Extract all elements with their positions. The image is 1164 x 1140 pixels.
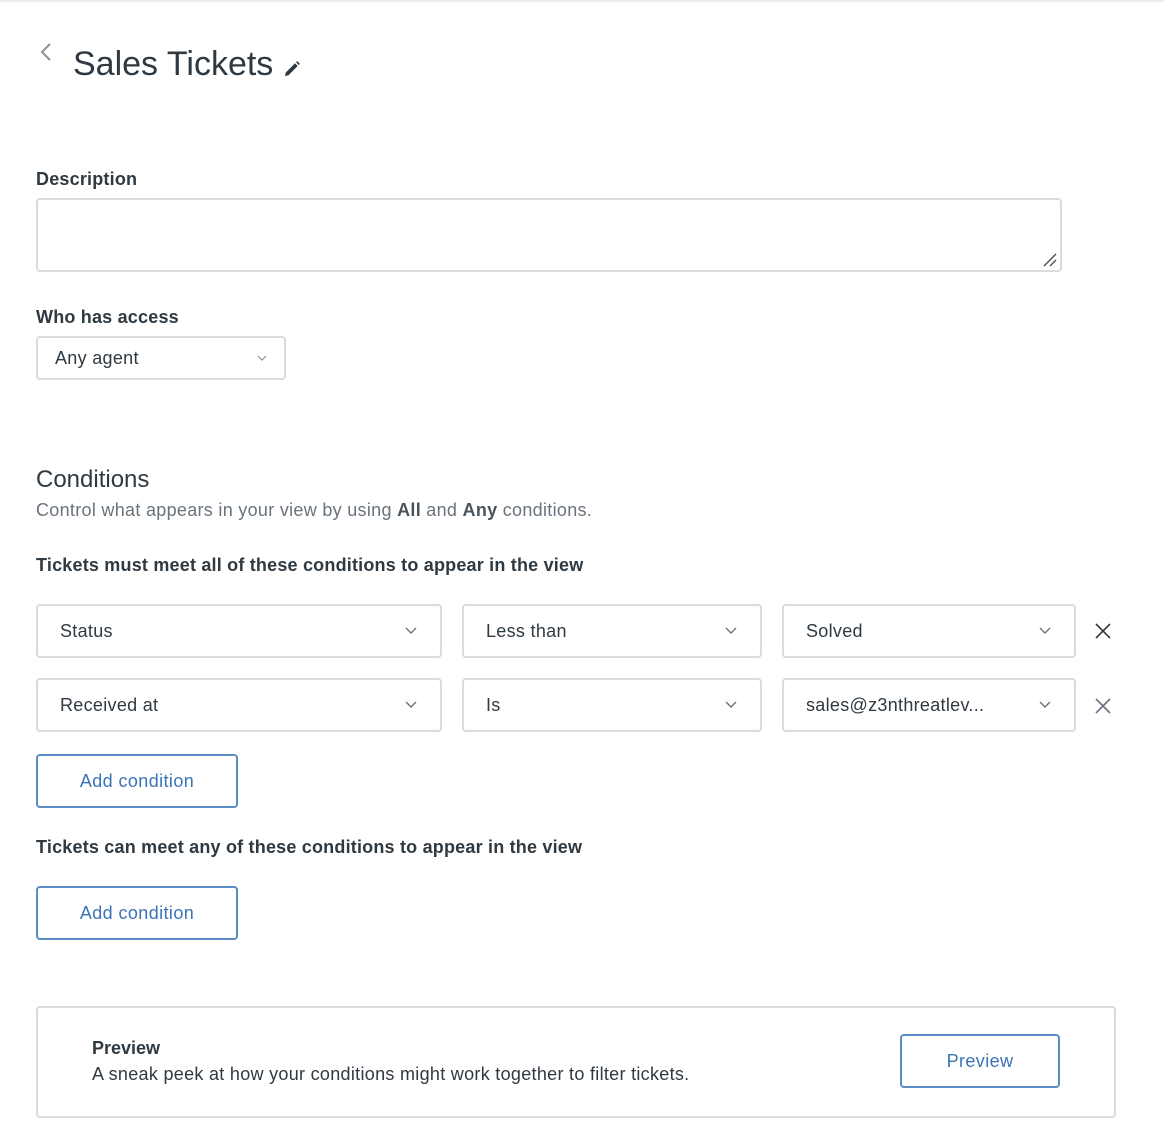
any-conditions-heading: Tickets can meet any of these conditions… (36, 837, 583, 857)
conditions-description: Control what appears in your view by usi… (36, 500, 592, 521)
chevron-down-icon (256, 349, 268, 367)
conditions-title: Conditions (36, 466, 150, 493)
condition-value-select[interactable]: sales@z3nthreatlev... (782, 678, 1076, 732)
page-title: Sales Tickets (73, 45, 274, 83)
description-label: Description (36, 169, 138, 189)
condition-operator-select[interactable]: Less than (462, 604, 762, 658)
description-textarea[interactable] (36, 198, 1062, 272)
desc-all-keyword: All (397, 500, 421, 520)
desc-text: conditions. (497, 500, 593, 520)
condition-operator-select[interactable]: Is (462, 678, 762, 732)
condition-field-select[interactable]: Status (36, 604, 442, 658)
desc-any-keyword: Any (462, 500, 498, 520)
remove-condition-close-icon[interactable] (1093, 696, 1113, 716)
condition-operator-value: Is (486, 694, 501, 715)
back-chevron-left-icon[interactable] (36, 40, 56, 66)
condition-value-select[interactable]: Solved (782, 604, 1076, 658)
access-select[interactable]: Any agent (36, 336, 286, 380)
add-all-condition-button[interactable]: Add condition (36, 754, 238, 808)
preview-button[interactable]: Preview (900, 1034, 1060, 1088)
chevron-down-icon (1038, 622, 1052, 640)
desc-text: Control what appears in your view by usi… (36, 500, 398, 520)
add-any-condition-button[interactable]: Add condition (36, 886, 238, 940)
condition-field-value: Status (60, 620, 113, 641)
chevron-down-icon (404, 696, 418, 714)
access-label: Who has access (36, 307, 179, 327)
preview-description: A sneak peek at how your conditions migh… (92, 1064, 690, 1084)
resize-handle-icon[interactable] (1042, 252, 1058, 268)
chevron-down-icon (724, 696, 738, 714)
condition-field-value: Received at (60, 694, 159, 715)
condition-field-select[interactable]: Received at (36, 678, 442, 732)
preview-title: Preview (92, 1038, 161, 1058)
desc-text: and (421, 500, 463, 520)
condition-value-value: Solved (806, 620, 863, 641)
chevron-down-icon (1038, 696, 1052, 714)
all-conditions-heading: Tickets must meet all of these condition… (36, 555, 584, 575)
chevron-down-icon (404, 622, 418, 640)
preview-panel: Preview A sneak peek at how your conditi… (36, 1006, 1116, 1118)
chevron-down-icon (724, 622, 738, 640)
access-selected-value: Any agent (55, 347, 139, 368)
remove-condition-close-icon[interactable] (1093, 621, 1113, 641)
pencil-icon[interactable] (282, 59, 302, 79)
condition-value-value: sales@z3nthreatlev... (806, 694, 985, 715)
condition-operator-value: Less than (486, 620, 567, 641)
